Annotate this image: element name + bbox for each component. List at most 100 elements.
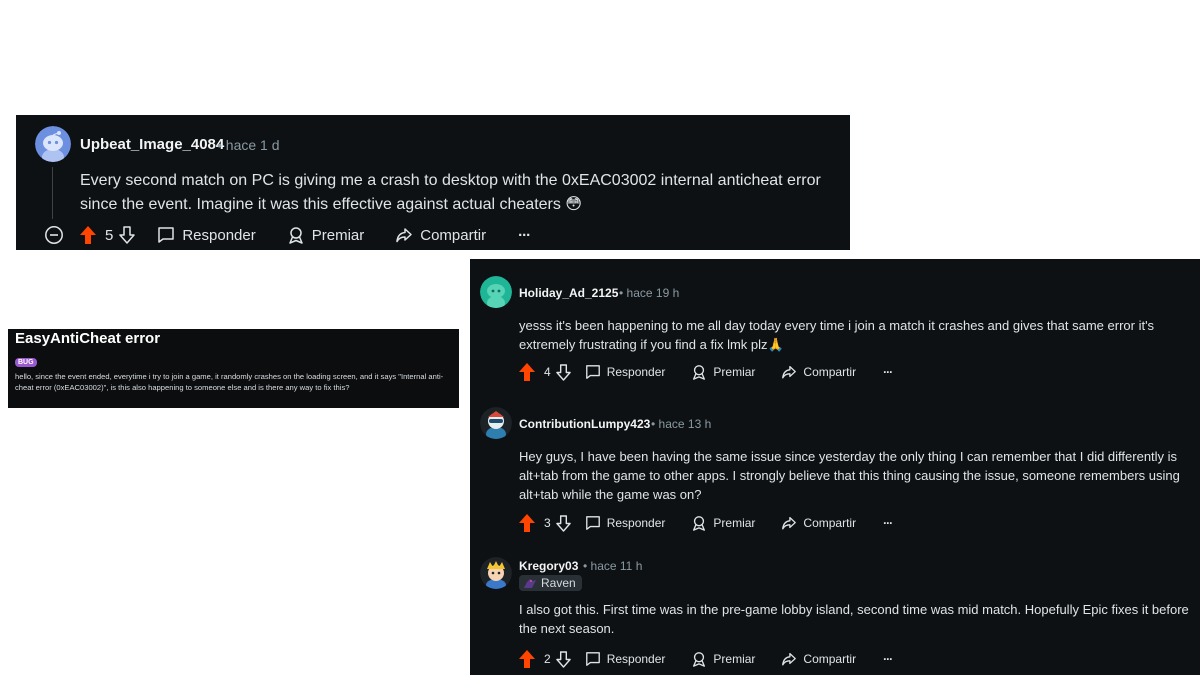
timestamp: • hace 19 h	[619, 286, 680, 300]
comment-body: Hey guys, I have been having the same is…	[519, 449, 1180, 503]
award-button[interactable]: Premiar	[287, 226, 365, 244]
user-flair-label: Raven	[541, 576, 576, 590]
award-icon	[693, 516, 706, 531]
user-avatar-icon	[480, 407, 512, 439]
user-avatar[interactable]	[480, 407, 512, 439]
share-arrow-icon	[782, 517, 797, 530]
reply-label: Responder	[606, 365, 666, 379]
comment-actions: 3 Responder Premiar Compartir ···	[519, 514, 893, 532]
time-text: hace 19 h	[626, 286, 680, 300]
comment-actions: 5 Responder Premiar Compartir ···	[44, 225, 531, 245]
comment-bubble-icon	[158, 227, 175, 243]
comment-bubble-icon	[585, 652, 600, 666]
comment-bubble-icon	[585, 365, 600, 379]
user-avatar[interactable]	[480, 276, 512, 308]
downvote-button[interactable]	[555, 514, 571, 532]
more-options-button[interactable]: ···	[883, 652, 893, 666]
post-flair-badge[interactable]: BUG	[15, 358, 37, 367]
collapse-button[interactable]	[44, 225, 64, 245]
share-button[interactable]: Compartir	[395, 226, 486, 244]
share-arrow-icon	[782, 653, 797, 666]
timestamp: • hace 11 h	[583, 559, 643, 573]
award-button[interactable]: Premiar	[691, 651, 755, 667]
username[interactable]: ContributionLumpy423	[519, 417, 650, 431]
share-label: Compartir	[803, 365, 857, 379]
snoo-avatar-icon	[35, 126, 71, 162]
share-arrow-icon	[396, 228, 412, 243]
share-button[interactable]: Compartir	[781, 515, 856, 531]
share-button[interactable]: Compartir	[781, 651, 856, 667]
award-label: Premiar	[713, 365, 756, 379]
more-options-button[interactable]: ···	[883, 516, 893, 530]
user-avatar[interactable]	[35, 126, 71, 162]
username[interactable]: Upbeat_Image_4084	[80, 136, 224, 153]
downvote-arrow-icon	[555, 514, 571, 532]
thread-line[interactable]	[52, 167, 53, 219]
user-avatar[interactable]	[480, 557, 512, 589]
reply-label: Responder	[606, 652, 666, 666]
vote-count: 5	[105, 226, 114, 244]
award-label: Premiar	[713, 652, 756, 666]
upvote-arrow-icon	[519, 363, 535, 381]
post-snippet: EasyAntiCheat error BUG hello, since the…	[8, 329, 459, 408]
upvote-button[interactable]	[80, 226, 96, 244]
timestamp: • hace 1 d	[217, 137, 280, 153]
downvote-button[interactable]	[119, 226, 136, 244]
downvote-arrow-icon	[119, 226, 136, 244]
comment-bubble-icon	[585, 516, 600, 530]
more-options-button[interactable]: ···	[883, 365, 893, 379]
award-label: Premiar	[713, 516, 756, 530]
upvote-arrow-icon	[519, 650, 535, 668]
upvote-button[interactable]	[519, 363, 535, 381]
username[interactable]: Kregory03	[519, 559, 578, 573]
comment-body: Every second match on PC is giving me a …	[80, 172, 821, 213]
share-label: Compartir	[803, 516, 857, 530]
more-options-button[interactable]: ···	[518, 227, 531, 244]
reply-button[interactable]: Responder	[585, 515, 666, 531]
share-label: Compartir	[803, 652, 857, 666]
downvote-arrow-icon	[555, 363, 571, 381]
upvote-arrow-icon	[80, 226, 96, 244]
timestamp: • hace 13 h	[651, 417, 712, 431]
award-label: Premiar	[311, 226, 365, 244]
vote-count: 2	[544, 652, 551, 666]
share-label: Compartir	[420, 226, 487, 244]
post-title[interactable]: EasyAntiCheat error	[15, 330, 160, 347]
comment-body: I also got this. First time was in the p…	[519, 602, 1189, 637]
award-button[interactable]: Premiar	[691, 364, 755, 380]
award-button[interactable]: Premiar	[691, 515, 755, 531]
comment-actions: 2 Responder Premiar Compartir ···	[519, 650, 893, 668]
post-body: hello, since the event ended, everytime …	[15, 372, 444, 392]
vote-count: 3	[544, 516, 551, 530]
snoo-avatar-icon	[480, 276, 512, 308]
upvote-arrow-icon	[519, 514, 535, 532]
share-arrow-icon	[782, 366, 797, 379]
downvote-button[interactable]	[555, 650, 571, 668]
upvote-button[interactable]	[519, 514, 535, 532]
time-text: hace 1 d	[225, 137, 280, 153]
user-flair[interactable]: Raven	[519, 575, 582, 591]
collapse-icon	[45, 226, 63, 244]
reply-button[interactable]: Responder	[585, 364, 666, 380]
share-button[interactable]: Compartir	[781, 364, 856, 380]
reply-label: Responder	[182, 226, 256, 244]
reply-button[interactable]: Responder	[157, 226, 256, 244]
comment-actions: 4 Responder Premiar Compartir ···	[519, 363, 893, 381]
main-comment: Upbeat_Image_4084 • hace 1 d Every secon…	[16, 115, 850, 250]
reply-label: Responder	[606, 516, 666, 530]
upvote-button[interactable]	[519, 650, 535, 668]
time-text: hace 11 h	[590, 559, 643, 573]
downvote-arrow-icon	[555, 650, 571, 668]
time-text: hace 13 h	[658, 417, 712, 431]
raven-icon	[524, 579, 536, 588]
reply-button[interactable]: Responder	[585, 651, 666, 667]
comment-body: yesss it's been happening to me all day …	[519, 318, 1155, 353]
award-icon	[693, 652, 706, 667]
award-icon	[288, 227, 303, 244]
downvote-button[interactable]	[555, 363, 571, 381]
replies-panel: Holiday_Ad_2125 • hace 19 h yesss it's b…	[470, 259, 1200, 675]
username[interactable]: Holiday_Ad_2125	[519, 286, 618, 300]
vote-count: 4	[544, 365, 551, 379]
award-icon	[693, 365, 706, 380]
user-avatar-icon	[480, 557, 512, 589]
